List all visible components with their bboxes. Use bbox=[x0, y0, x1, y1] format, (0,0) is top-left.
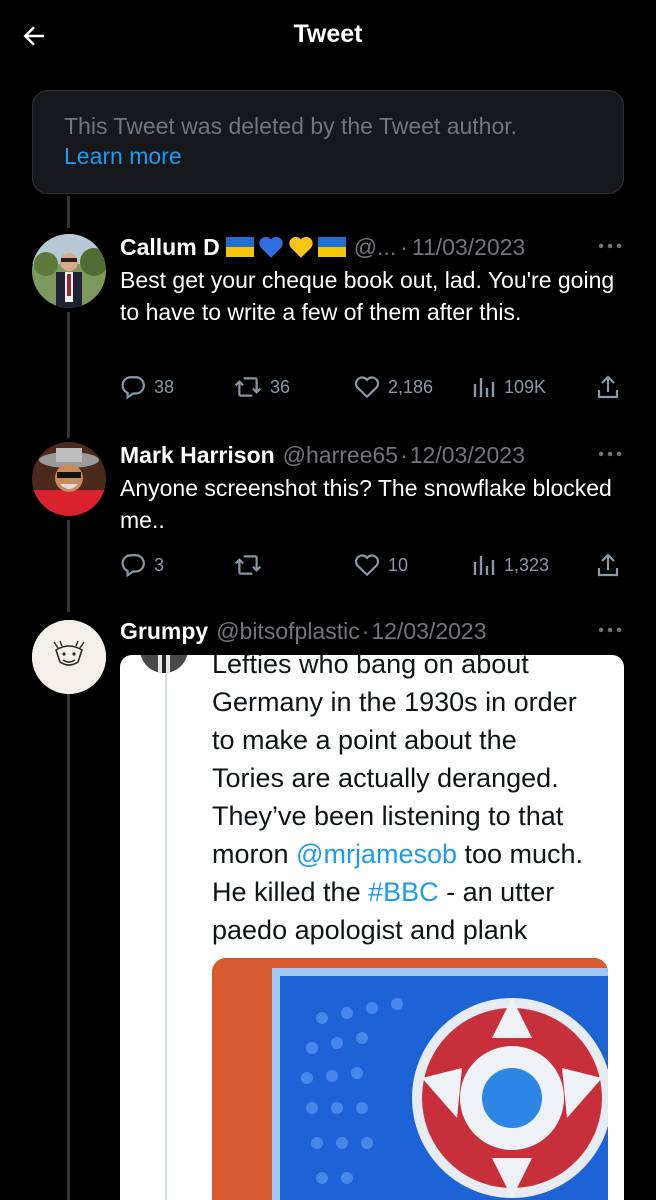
name-emoji bbox=[225, 235, 346, 259]
like-count: 2,186 bbox=[388, 376, 434, 397]
embedded-line: to make a point about the bbox=[212, 725, 517, 755]
reply-count: 38 bbox=[154, 376, 175, 397]
views-icon bbox=[473, 556, 495, 575]
reply-tweet[interactable]: Mark Harrison @harree65 · 12/03/2023 Any… bbox=[0, 438, 656, 588]
embedded-line: Lefties who bang on about bbox=[212, 655, 529, 679]
more-icon bbox=[598, 627, 622, 633]
timestamp[interactable]: 12/03/2023 bbox=[371, 614, 486, 648]
embedded-text-fragment: moron bbox=[212, 839, 297, 869]
avatar[interactable] bbox=[32, 620, 106, 694]
more-icon bbox=[598, 243, 622, 249]
embedded-line: Tories are actually deranged. bbox=[212, 763, 559, 793]
ukraine-flag-icon bbox=[225, 237, 254, 257]
views-button[interactable]: 1,323 bbox=[472, 550, 549, 580]
share-button[interactable] bbox=[596, 372, 620, 402]
hashtag-link: #BBC bbox=[368, 877, 439, 907]
deleted-notice-text: This Tweet was deleted by the Tweet auth… bbox=[64, 113, 518, 139]
avatar[interactable] bbox=[32, 442, 106, 516]
reply-count: 3 bbox=[154, 554, 165, 575]
views-count: 1,323 bbox=[504, 554, 550, 575]
like-button[interactable]: 10 bbox=[354, 550, 408, 580]
handle[interactable]: @... bbox=[354, 230, 397, 264]
more-button[interactable] bbox=[596, 234, 624, 258]
separator: · bbox=[361, 618, 370, 644]
tweet-header: Grumpy @bitsofplastic · 12/03/2023 bbox=[120, 614, 590, 648]
tweet-actions: 3 10 1,323 bbox=[120, 550, 626, 580]
like-count: 10 bbox=[388, 554, 409, 575]
embedded-line: Germany in the 1930s in order bbox=[212, 687, 577, 717]
page-title: Tweet bbox=[293, 20, 363, 48]
share-button[interactable] bbox=[596, 550, 620, 580]
retweet-button[interactable] bbox=[234, 550, 270, 580]
embedded-text-fragment: He killed the bbox=[212, 877, 369, 907]
display-name[interactable]: Mark Harrison bbox=[120, 438, 275, 472]
learn-more-link[interactable]: Learn more bbox=[64, 141, 182, 171]
embedded-tweet-text: Lefties who bang on about Germany in the… bbox=[212, 655, 612, 949]
retweet-button[interactable]: 36 bbox=[234, 372, 290, 402]
retweet-icon bbox=[234, 377, 262, 397]
timestamp[interactable]: 12/03/2023 bbox=[410, 438, 525, 472]
avatar[interactable] bbox=[32, 234, 106, 308]
top-bar: Tweet bbox=[0, 0, 656, 70]
display-name[interactable]: Callum D bbox=[120, 230, 220, 264]
deleted-tweet-notice: This Tweet was deleted by the Tweet auth… bbox=[32, 90, 624, 194]
views-icon bbox=[473, 378, 495, 397]
reply-icon bbox=[121, 376, 145, 400]
like-icon bbox=[354, 376, 380, 399]
separator: · bbox=[400, 442, 408, 468]
reply-tweet[interactable]: Callum D @... · 11/03/2023 Best get your… bbox=[0, 230, 656, 410]
reply-button[interactable]: 38 bbox=[120, 372, 174, 402]
embedded-thread-line bbox=[165, 673, 167, 1200]
more-button[interactable] bbox=[596, 442, 624, 466]
handle[interactable]: @bitsofplastic bbox=[216, 614, 360, 648]
thread-line bbox=[67, 196, 70, 228]
ukraine-flag-icon bbox=[317, 237, 346, 257]
embedded-line: moron @mrjamesob too much. bbox=[212, 835, 612, 873]
tweet-text: Anyone screenshot this? The snowflake bl… bbox=[120, 475, 612, 533]
embedded-photo bbox=[212, 958, 608, 1200]
embedded-line: They’ve been listening to that bbox=[212, 801, 564, 831]
embedded-text-fragment: - an utter bbox=[438, 877, 555, 907]
mention-link: @mrjamesob bbox=[296, 839, 457, 869]
embedded-text-fragment: too much. bbox=[457, 839, 584, 869]
reply-button[interactable]: 3 bbox=[120, 550, 164, 580]
embedded-line: He killed the #BBC - an utter bbox=[212, 873, 612, 911]
like-icon bbox=[354, 554, 380, 577]
handle[interactable]: @harree65 bbox=[283, 438, 398, 472]
tweet-header: Callum D @... · 11/03/2023 bbox=[120, 230, 590, 264]
share-icon bbox=[597, 553, 619, 577]
separator: · bbox=[400, 234, 408, 260]
share-icon bbox=[597, 375, 619, 399]
tweet-actions: 38 36 2,186 109K bbox=[120, 372, 626, 402]
display-name[interactable]: Grumpy bbox=[120, 614, 208, 648]
more-button[interactable] bbox=[596, 618, 624, 642]
blue-heart-icon bbox=[258, 236, 283, 258]
embedded-avatar bbox=[140, 655, 188, 673]
views-button[interactable]: 109K bbox=[472, 372, 546, 402]
like-button[interactable]: 2,186 bbox=[354, 372, 433, 402]
views-count: 109K bbox=[504, 376, 547, 397]
tweet-text: Best get your cheque book out, lad. You'… bbox=[120, 267, 615, 325]
embedded-line: paedo apologist and plank bbox=[212, 915, 528, 945]
retweet-count: 36 bbox=[270, 376, 291, 397]
retweet-icon bbox=[234, 555, 262, 575]
more-icon bbox=[598, 451, 622, 457]
yellow-heart-icon bbox=[288, 236, 313, 258]
timestamp[interactable]: 11/03/2023 bbox=[412, 230, 525, 264]
tweet-header: Mark Harrison @harree65 · 12/03/2023 bbox=[120, 438, 590, 472]
reply-icon bbox=[121, 554, 145, 578]
embedded-screenshot[interactable]: Lefties who bang on about Germany in the… bbox=[120, 655, 624, 1200]
